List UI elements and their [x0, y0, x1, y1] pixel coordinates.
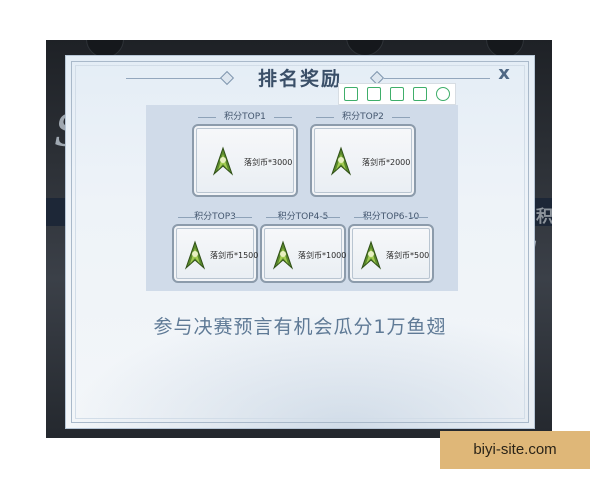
reward-tier: 积分TOP4-5 落剑币*1000 [260, 211, 346, 283]
reward-card: 落剑币*3000 [192, 124, 298, 197]
tier-label: 积分TOP3 [172, 211, 258, 223]
reward-item-text: 落剑币*500 [386, 251, 430, 260]
reward-card: 落剑币*500 [348, 224, 434, 283]
reward-card: 落剑币*1500 [172, 224, 258, 283]
reward-item-text: 落剑币*1000 [298, 251, 347, 260]
promo-text: 参与决赛预言有机会瓜分1万鱼翅 [153, 316, 447, 338]
rewards-image: 积分TOP1 落剑币*3000 积分TOP2 落剑币*2000 积分TOP3 落… [146, 83, 458, 291]
background-partial-text: 积 [536, 207, 552, 227]
tier-label: 积分TOP1 [192, 111, 298, 123]
title-line-right [384, 78, 490, 79]
title-diamond-left-icon [219, 70, 235, 86]
fullscreen-icon[interactable] [366, 87, 381, 101]
close-button[interactable]: x [494, 64, 514, 84]
reward-tier: 积分TOP3 落剑币*1500 [172, 211, 258, 283]
sword-coin-icon [212, 146, 234, 176]
tier-label: 积分TOP6-10 [348, 211, 434, 223]
title-bar: 排名奖励 [66, 64, 534, 94]
reward-item-text: 落剑币*2000 [362, 158, 411, 167]
save-icon[interactable] [389, 87, 404, 101]
background-orb [346, 40, 384, 56]
tier-label: 积分TOP2 [310, 111, 416, 123]
reward-card: 落剑币*2000 [310, 124, 416, 197]
fit-window-icon[interactable] [343, 87, 358, 101]
reward-card: 落剑币*1000 [260, 224, 346, 283]
sword-coin-icon [184, 240, 206, 270]
dialog-title: 排名奖励 [257, 68, 342, 90]
image-toolbar [338, 83, 456, 105]
reward-item-text: 落剑币*3000 [244, 158, 293, 167]
sword-coin-icon [272, 240, 294, 270]
tier-label: 积分TOP4-5 [260, 211, 346, 223]
sword-coin-icon [330, 146, 352, 176]
reward-tier: 积分TOP2 落剑币*2000 [310, 111, 416, 197]
ranking-rewards-dialog: 排名奖励 x 积分TOP1 落剑币*3000 积分TOP2 落剑币*2000 积… [66, 56, 534, 428]
watermark: biyi-site.com [440, 431, 590, 469]
reward-tier: 积分TOP1 落剑币*3000 [192, 111, 298, 197]
title-line-left [126, 78, 232, 79]
export-icon[interactable] [413, 87, 428, 101]
settings-icon[interactable] [436, 87, 451, 101]
reward-item-text: 落剑币*1500 [210, 251, 259, 260]
sword-coin-icon [360, 240, 382, 270]
reward-tier: 积分TOP6-10 落剑币*500 [348, 211, 434, 283]
